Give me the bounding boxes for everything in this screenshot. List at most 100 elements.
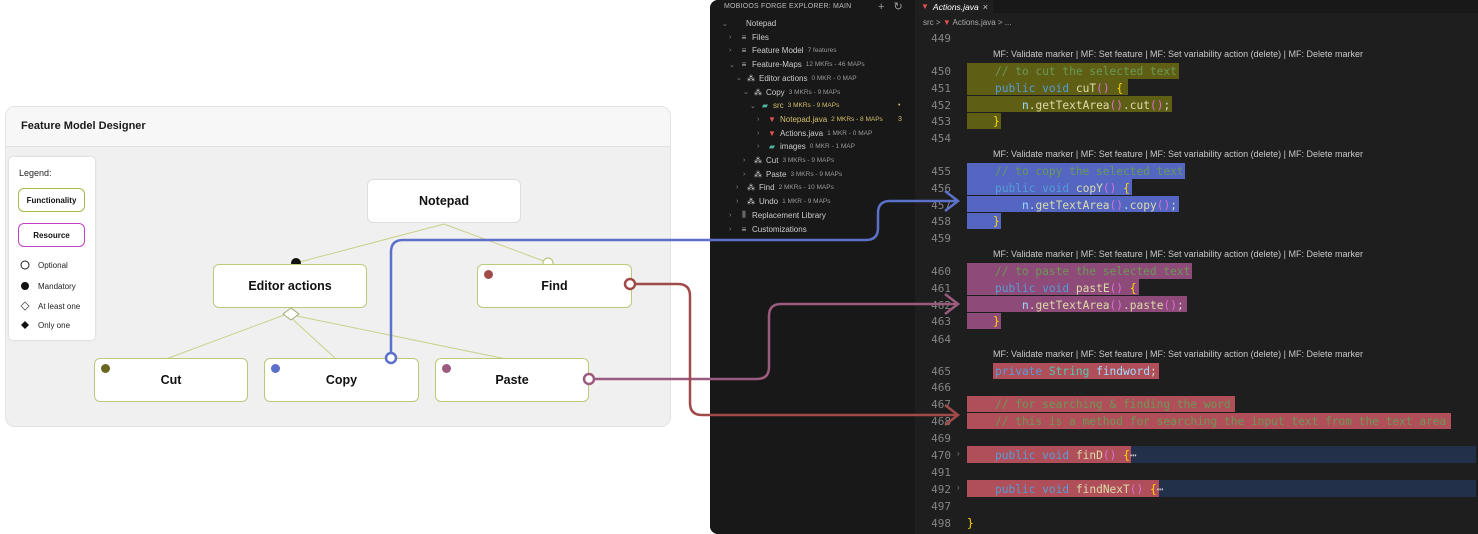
tree-item[interactable]: › ▼ Notepad.java 2 MKRs - 8 MAPs 3 <box>757 113 915 126</box>
code-line[interactable]: public void pastE() { <box>995 281 1137 296</box>
node-copy[interactable]: Copy <box>264 358 419 402</box>
legend: Legend: Functionality Resource Optional … <box>9 157 95 340</box>
breadcrumb-src[interactable]: src <box>923 18 934 27</box>
tree-item[interactable]: › ⫼ Replacement Library <box>729 209 915 222</box>
tree-item[interactable]: › ⁂ Paste 3 MKRs - 9 MAPs <box>743 168 915 181</box>
tree-item-meta: 0 MKR - 0 MAP <box>811 74 857 82</box>
line-number: 470 <box>931 449 951 462</box>
legend-at-least-one-label: At least one <box>38 301 81 311</box>
code-line[interactable]: public void cuT() { <box>995 81 1123 96</box>
chevron-right-icon[interactable]: › <box>757 143 767 150</box>
tree-item-label: images <box>780 142 806 152</box>
tree-item[interactable]: › ⁂ Undo 1 MKR - 9 MAPs <box>736 195 915 208</box>
legend-at-least-one: At least one <box>19 299 80 313</box>
line-number: 456 <box>931 182 951 195</box>
chevron-down-icon[interactable]: ⌄ <box>722 20 732 28</box>
tree-item[interactable]: ⌄ ⁂ Copy 3 MKRs - 9 MAPs <box>743 86 915 99</box>
tree-item-meta: 3 MKRs - 9 MAPs <box>787 102 840 110</box>
legend-only-one-label: Only one <box>38 320 71 330</box>
codelens-actions[interactable]: MF: Validate marker | MF: Set feature | … <box>993 49 1363 59</box>
line-number: 492 <box>931 483 951 496</box>
legend-mandatory: Mandatory <box>19 279 76 293</box>
code-line[interactable]: // for searching & finding the word <box>995 397 1231 412</box>
code-line[interactable]: n.getTextArea().copy(); <box>995 198 1177 213</box>
codelens-actions[interactable]: MF: Validate marker | MF: Set feature | … <box>993 149 1363 159</box>
chevron-right-icon[interactable]: › <box>736 184 746 191</box>
tree-item[interactable]: ⌄ ▰ src 3 MKRs - 9 MAPs • <box>750 99 915 112</box>
line-number: 491 <box>931 466 951 479</box>
node-cut[interactable]: Cut <box>94 358 248 402</box>
codelens-actions[interactable]: MF: Validate marker | MF: Set feature | … <box>993 349 1363 359</box>
close-tab-icon[interactable]: × <box>983 2 988 12</box>
node-paste[interactable]: Paste <box>435 358 589 402</box>
chevron-right-icon[interactable]: › <box>757 130 767 137</box>
line-number: 458 <box>931 215 951 228</box>
code-line[interactable]: public void copY() { <box>995 181 1130 196</box>
tree-item[interactable]: › ▼ Actions.java 1 MKR - 0 MAP <box>757 127 915 140</box>
tree-item-icon: ▰ <box>768 142 776 152</box>
code-line[interactable]: n.getTextArea().paste(); <box>995 298 1184 313</box>
tree-item-icon: ≡ <box>741 46 747 56</box>
tree-item-meta: 12 MKRs - 46 MAPs <box>805 61 865 69</box>
chevron-right-icon[interactable]: › <box>743 157 753 164</box>
breadcrumb-tail[interactable]: > ... <box>998 18 1012 27</box>
node-notepad[interactable]: Notepad <box>367 179 521 223</box>
tree-item[interactable]: › ⁂ Cut 3 MKRs - 9 MAPs <box>743 154 915 167</box>
code-line[interactable]: private String findword; <box>995 364 1157 379</box>
codelens-actions[interactable]: MF: Validate marker | MF: Set feature | … <box>993 249 1363 259</box>
tree-item[interactable]: › ≡ Files <box>729 31 915 44</box>
tree-item[interactable]: ⌄ ≡ Feature-Maps 12 MKRs - 46 MAPs <box>729 58 915 71</box>
code-line[interactable]: public void findNexT() {⋯ <box>995 482 1164 497</box>
node-find[interactable]: Find <box>477 264 632 308</box>
line-number: 455 <box>931 165 951 178</box>
tree-item[interactable]: ⌄ ⁂ Editor actions 0 MKR - 0 MAP <box>736 72 915 85</box>
tree-item-icon: ≡ <box>741 60 747 70</box>
legend-resource: Resource <box>18 223 85 247</box>
code-line[interactable]: // to paste the selected text <box>995 264 1190 279</box>
node-editor-actions[interactable]: Editor actions <box>213 264 367 308</box>
connector-editor-paste <box>286 313 507 360</box>
tree-item-icon: ⁂ <box>754 169 762 179</box>
chevron-right-icon[interactable]: › <box>729 226 739 233</box>
code-line[interactable]: } <box>993 314 1000 329</box>
tree-item-label: Copy <box>766 87 785 97</box>
tree-item-meta: 2 MKRs - 8 MAPs <box>831 115 883 123</box>
fold-chevron-icon[interactable]: › <box>957 483 960 492</box>
fold-chevron-icon[interactable]: › <box>957 449 960 458</box>
line-number: 469 <box>931 432 951 445</box>
refresh-icon[interactable]: ↻ <box>894 1 903 13</box>
new-item-icon[interactable]: + <box>878 1 884 13</box>
tab-actions-java[interactable]: ▼ Actions.java × <box>915 0 993 13</box>
chevron-down-icon[interactable]: ⌄ <box>743 88 753 96</box>
code-line[interactable]: } <box>967 516 974 531</box>
code-line[interactable]: // this is a method for searching the in… <box>995 414 1446 429</box>
tree-item[interactable]: ⌄ Notepad <box>722 17 915 30</box>
chevron-right-icon[interactable]: › <box>729 34 739 41</box>
chevron-down-icon[interactable]: ⌄ <box>750 102 760 110</box>
line-number: 451 <box>931 82 951 95</box>
chevron-right-icon[interactable]: › <box>757 116 767 123</box>
breadcrumb-file[interactable]: Actions.java <box>953 18 996 27</box>
tree-item[interactable]: › ≡ Feature Model 7 features <box>729 44 915 57</box>
code-line[interactable]: public void finD() {⋯ <box>995 448 1137 463</box>
chevron-right-icon[interactable]: › <box>729 212 739 219</box>
chevron-down-icon[interactable]: ⌄ <box>729 61 739 69</box>
chevron-down-icon[interactable]: ⌄ <box>736 74 746 82</box>
code-line[interactable]: } <box>993 114 1000 129</box>
tree-item[interactable]: › ⁂ Find 2 MKRs - 10 MAPs <box>736 181 915 194</box>
tree-item[interactable]: › ≡ Customizations <box>729 223 915 236</box>
tree-item[interactable]: › ▰ images 0 MKR - 1 MAP <box>757 140 915 153</box>
chevron-right-icon[interactable]: › <box>729 47 739 54</box>
chevron-right-icon[interactable]: › <box>736 198 746 205</box>
tree-item-icon: ▼ <box>768 128 776 138</box>
node-notepad-label: Notepad <box>419 194 469 208</box>
node-cut-label: Cut <box>160 373 182 387</box>
explorer-actions: + ↻ <box>878 0 903 13</box>
code-line[interactable]: // to cut the selected text <box>995 64 1177 79</box>
code-line[interactable]: } <box>993 214 1000 229</box>
line-number: 464 <box>931 333 951 346</box>
find-marker-icon <box>484 270 493 279</box>
code-line[interactable]: n.getTextArea().cut(); <box>995 98 1170 113</box>
code-line[interactable]: // to copy the selected text <box>995 164 1184 179</box>
chevron-right-icon[interactable]: › <box>743 171 753 178</box>
